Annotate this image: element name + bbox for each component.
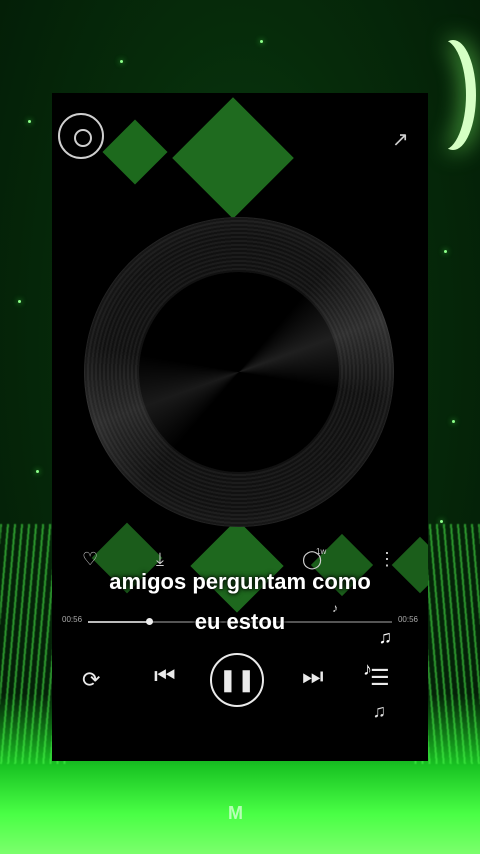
download-icon[interactable]: ⤓ [156,549,164,569]
repeat-icon[interactable]: ⟳ [82,667,100,693]
star [444,250,447,253]
watermark-logo: M [228,803,243,823]
music-note-icon: ♪ [363,659,372,679]
music-note-icon: ♫ [372,701,387,721]
star [440,520,443,523]
vinyl-record [84,217,394,527]
comment-count: 1w [316,547,327,556]
music-player: ↗ ♡ ⤓ ◯ 1w ⋮ 00:56 00:56 ⟳ ⏮ ❚❚ ⏭ ☰ ♫ ♪ … [52,93,428,761]
lyric-line-1: amigos perguntam como [109,569,371,594]
pause-icon: ❚❚ [218,667,256,692]
vinyl-logo-icon [58,113,104,159]
lyric-line-2: eu estou [194,609,286,634]
heart-icon[interactable]: ♡ [82,549,98,569]
previous-icon[interactable]: ⏮ [154,663,176,691]
star [260,40,263,43]
decor-diamond [172,97,294,219]
pause-button[interactable]: ❚❚ [210,653,264,707]
more-icon[interactable]: ⋮ [378,549,396,569]
next-icon[interactable]: ⏭ [302,663,324,691]
star [452,420,455,423]
star [36,470,39,473]
star [120,60,123,63]
decor-diamond [102,119,168,185]
star [28,120,31,123]
playlist-icon[interactable]: ☰ [370,665,390,691]
star [18,300,21,303]
share-icon[interactable]: ↗ [392,129,414,151]
